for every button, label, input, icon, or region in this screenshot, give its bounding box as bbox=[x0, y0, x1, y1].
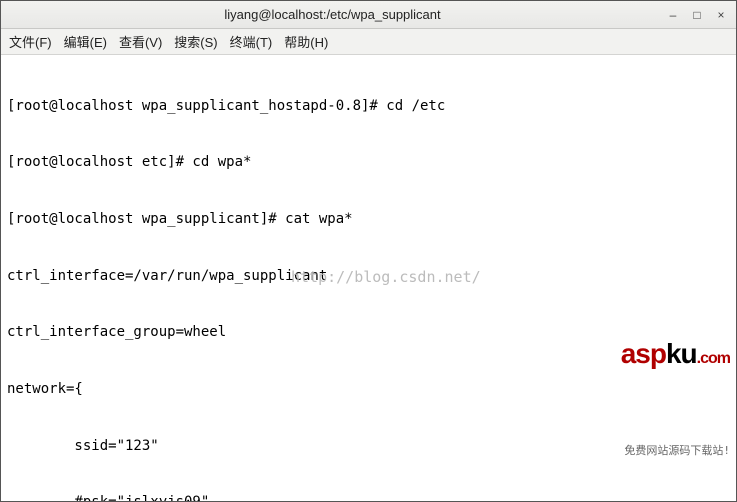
menu-file[interactable]: 文件(F) bbox=[9, 32, 52, 51]
corner-logo: aspku.com 免费网站源码下载站! bbox=[566, 259, 730, 497]
menu-view[interactable]: 查看(V) bbox=[119, 32, 162, 51]
brand-letter: p bbox=[650, 338, 666, 369]
terminal-line: [root@localhost etc]# cd wpa* bbox=[7, 153, 730, 172]
menu-terminal[interactable]: 终端(T) bbox=[230, 32, 273, 51]
terminal-line: [root@localhost wpa_supplicant_hostapd-0… bbox=[7, 97, 730, 116]
terminal-line: [root@localhost wpa_supplicant]# cat wpa… bbox=[7, 210, 730, 229]
minimize-button[interactable]: – bbox=[664, 6, 682, 24]
brand-letter: u bbox=[681, 338, 697, 369]
menubar: 文件(F) 编辑(E) 查看(V) 搜索(S) 终端(T) 帮助(H) bbox=[1, 29, 736, 55]
terminal-line: ctrl_interface_group=wheel bbox=[7, 323, 730, 342]
close-button[interactable]: × bbox=[712, 6, 730, 24]
terminal-window: liyang@localhost:/etc/wpa_supplicant – □… bbox=[0, 0, 737, 502]
terminal-line: #psk="jslxyjs09" bbox=[7, 493, 730, 501]
maximize-button[interactable]: □ bbox=[688, 6, 706, 24]
window-title: liyang@localhost:/etc/wpa_supplicant bbox=[7, 7, 658, 22]
titlebar: liyang@localhost:/etc/wpa_supplicant – □… bbox=[1, 1, 736, 29]
terminal-line: ctrl_interface=/var/run/wpa_supplicant bbox=[7, 267, 730, 286]
brand-domain: .com bbox=[697, 350, 730, 367]
menu-edit[interactable]: 编辑(E) bbox=[64, 32, 107, 51]
terminal-area[interactable]: [root@localhost wpa_supplicant_hostapd-0… bbox=[1, 55, 736, 501]
brand-letter: a bbox=[621, 338, 636, 369]
menu-help[interactable]: 帮助(H) bbox=[284, 32, 328, 51]
menu-search[interactable]: 搜索(S) bbox=[174, 32, 217, 51]
brand-letter: s bbox=[635, 338, 650, 369]
terminal-line: network={ bbox=[7, 380, 730, 399]
terminal-line: ssid="123" bbox=[7, 437, 730, 456]
brand-letter: k bbox=[666, 338, 681, 369]
